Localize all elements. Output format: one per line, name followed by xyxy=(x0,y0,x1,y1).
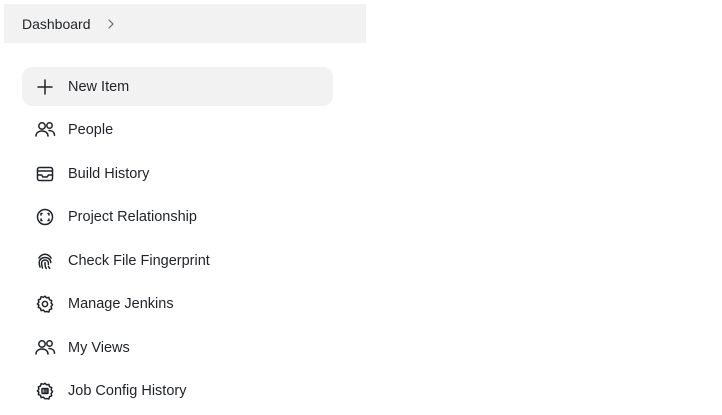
task-label: My Views xyxy=(68,339,130,356)
task-label: People xyxy=(68,122,114,138)
task-label: Build History xyxy=(68,165,150,182)
task-project-relationship[interactable]: Project Relationship xyxy=(22,198,333,237)
chevron-right-icon[interactable] xyxy=(105,18,117,30)
people-icon xyxy=(34,119,56,141)
task-people[interactable]: People xyxy=(22,111,333,150)
inbox-icon xyxy=(34,163,56,185)
task-label: Job Config History xyxy=(68,383,187,399)
task-label: Manage Jenkins xyxy=(68,296,174,312)
task-build-history[interactable]: Build History xyxy=(22,154,333,193)
task-label: Project Relationship xyxy=(68,209,197,225)
task-my-views[interactable]: My Views xyxy=(22,328,333,367)
fingerprint-icon xyxy=(34,250,56,272)
plus-icon xyxy=(34,76,56,98)
task-label: New Item xyxy=(68,78,130,95)
task-job-config-history[interactable]: Job Config History xyxy=(22,372,333,411)
config-history-icon xyxy=(34,380,56,402)
side-panel-tasks: New Item People Build History Project Re… xyxy=(22,67,333,415)
task-new-item[interactable]: New Item xyxy=(22,67,333,106)
task-label: Check File Fingerprint xyxy=(68,252,210,269)
breadcrumb: Dashboard xyxy=(4,4,366,43)
people-icon xyxy=(34,337,56,359)
task-check-file-fingerprint[interactable]: Check File Fingerprint xyxy=(22,241,333,280)
gear-icon xyxy=(34,293,56,315)
relationship-icon xyxy=(34,206,56,228)
task-manage-jenkins[interactable]: Manage Jenkins xyxy=(22,285,333,324)
breadcrumb-dashboard-link[interactable]: Dashboard xyxy=(22,16,91,32)
